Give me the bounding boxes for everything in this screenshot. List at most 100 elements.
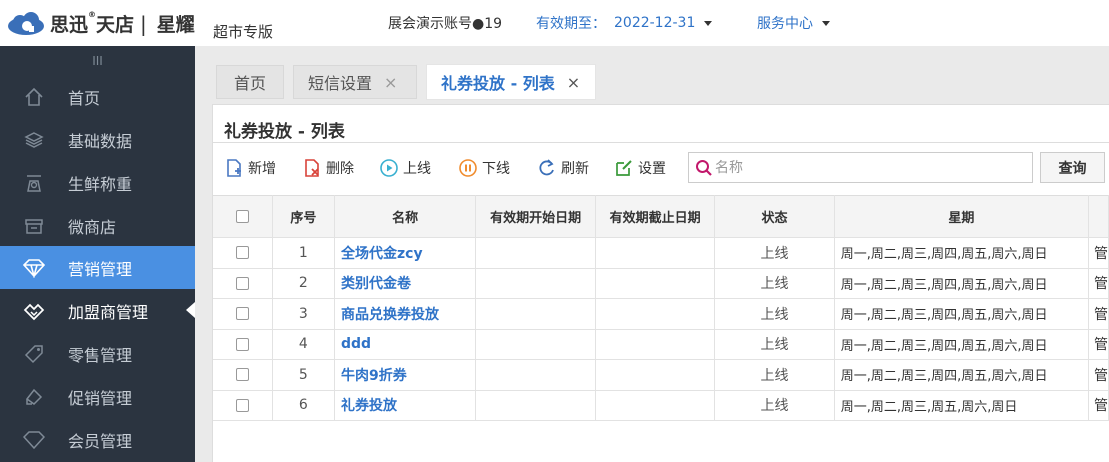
tab-home[interactable]: 首页	[216, 65, 284, 99]
query-button[interactable]: 查询	[1040, 152, 1105, 183]
close-icon[interactable]: ×	[567, 73, 580, 92]
sidebar-item-member[interactable]: 会员管理	[0, 418, 195, 461]
add-button[interactable]: 新增	[225, 158, 276, 178]
offline-label: 下线	[482, 161, 510, 177]
promo-icon	[23, 386, 45, 408]
table-header-row: 序号 名称 有效期开始日期 有效期截止日期 状态 星期	[213, 195, 1109, 238]
tab-sms-settings[interactable]: 短信设置 ×	[293, 65, 417, 99]
select-all-cell[interactable]	[213, 195, 273, 238]
online-button[interactable]: 上线	[380, 158, 431, 178]
cell-end-date	[595, 329, 716, 360]
validity-label: 有效期至：	[536, 16, 606, 32]
row-checkbox-cell[interactable]	[213, 237, 273, 269]
row-checkbox-cell[interactable]	[213, 359, 273, 391]
offline-button[interactable]: 下线	[459, 158, 510, 178]
sidebar-item-promotion[interactable]: 促销管理	[0, 375, 195, 418]
column-header-name[interactable]: 名称	[334, 195, 477, 238]
add-label: 新增	[248, 161, 276, 177]
cell-name-link[interactable]: ddd	[334, 329, 477, 360]
sidebar-item-retail[interactable]: 零售管理	[0, 332, 195, 375]
sidebar-item-fresh-weighing[interactable]: 生鲜称重	[0, 161, 195, 204]
row-checkbox[interactable]	[235, 337, 249, 351]
row-checkbox-cell[interactable]	[213, 329, 273, 360]
cell-name-link[interactable]: 类别代金卷	[334, 268, 477, 299]
row-checkbox[interactable]	[235, 276, 249, 290]
tab-coupon-list[interactable]: 礼券投放 - 列表 ×	[426, 64, 596, 100]
row-checkbox[interactable]	[235, 246, 249, 260]
online-label: 上线	[403, 161, 431, 177]
column-header-index[interactable]: 序号	[272, 195, 336, 238]
cell-name-link[interactable]: 全场代金zcy	[334, 237, 477, 269]
tag-icon	[23, 343, 45, 365]
cell-end-date	[595, 237, 716, 269]
sidebar-item-micro-store[interactable]: 微商店	[0, 204, 195, 247]
pause-icon	[459, 159, 477, 177]
sidebar-item-home[interactable]: 首页	[0, 75, 195, 118]
add-icon	[225, 159, 243, 177]
cell-end-date	[595, 268, 716, 299]
sidebar-item-label: 零售管理	[68, 345, 133, 365]
cell-index: 4	[272, 329, 336, 360]
cell-week: 周一,周二,周三,周四,周五,周六,周日	[834, 268, 1089, 299]
close-icon[interactable]: ×	[384, 73, 397, 92]
row-checkbox-cell[interactable]	[213, 390, 273, 421]
cell-status: 上线	[714, 359, 835, 391]
cell-name-link[interactable]: 牛肉9折券	[334, 359, 477, 391]
sidebar-item-base-data[interactable]: 基础数据	[0, 118, 195, 161]
table-row[interactable]: 4 ddd 上线 周一,周二,周三,周四,周五,周六,周日管	[213, 329, 1109, 360]
sidebar: III 首页 基础数据 生鲜称重 微商店 营销管理 加盟商管理 零售管理 促销管…	[0, 46, 195, 462]
table-row[interactable]: 1 全场代金zcy 上线 周一,周二,周三,周四,周五,周六,周日管	[213, 237, 1109, 269]
service-center-label: 服务中心	[757, 16, 813, 32]
table-row[interactable]: 6 礼券投放 上线 周一,周二,周三,周五,周六,周日管	[213, 390, 1109, 421]
row-checkbox-cell[interactable]	[213, 298, 273, 330]
cell-name-link[interactable]: 礼券投放	[334, 390, 477, 421]
handshake-icon	[23, 300, 45, 322]
column-header-end-date[interactable]: 有效期截止日期	[595, 195, 716, 238]
content-panel: 礼券投放 - 列表 新增 删除 上线 下线 刷新 设置 名称 查询 序号 名称 …	[212, 104, 1109, 462]
edition-label: 超市专版	[213, 23, 274, 41]
cell-end-date	[595, 390, 716, 421]
cell-more: 管	[1088, 390, 1109, 421]
table-row[interactable]: 3 商品兑换券投放 上线 周一,周二,周三,周四,周五,周六,周日管	[213, 298, 1109, 330]
sidebar-item-marketing[interactable]: 营销管理	[0, 246, 195, 289]
cell-name-link[interactable]: 商品兑换券投放	[334, 298, 477, 330]
cell-start-date	[475, 298, 596, 330]
column-header-start-date[interactable]: 有效期开始日期	[475, 195, 596, 238]
column-header-status[interactable]: 状态	[714, 195, 835, 238]
select-all-checkbox[interactable]	[235, 210, 249, 223]
cell-start-date	[475, 390, 596, 421]
delete-label: 删除	[326, 161, 354, 177]
table-row[interactable]: 2 类别代金卷 上线 周一,周二,周三,周四,周五,周六,周日管	[213, 268, 1109, 299]
toolbar: 新增 删除 上线 下线 刷新 设置 名称 查询	[213, 142, 1109, 195]
sidebar-collapse-toggle[interactable]: III	[0, 46, 195, 76]
sidebar-item-label: 会员管理	[68, 431, 133, 451]
service-center-dropdown[interactable]: 服务中心	[757, 13, 830, 33]
settings-button[interactable]: 设置	[615, 158, 666, 178]
table-row[interactable]: 5 牛肉9折券 上线 周一,周二,周三,周四,周五,周六,周日管	[213, 359, 1109, 391]
play-icon	[380, 159, 398, 177]
brand-name: 思迅	[50, 14, 89, 36]
refresh-button[interactable]: 刷新	[538, 158, 589, 178]
main-area: 首页 短信设置 × 礼券投放 - 列表 × 礼券投放 - 列表 新增 删除 上线…	[195, 46, 1109, 462]
delete-button[interactable]: 删除	[303, 158, 354, 178]
cell-more: 管	[1088, 268, 1109, 299]
cell-status: 上线	[714, 298, 835, 330]
search-input[interactable]	[715, 153, 1025, 182]
row-checkbox[interactable]	[235, 368, 249, 382]
row-checkbox-cell[interactable]	[213, 268, 273, 299]
row-checkbox[interactable]	[235, 307, 249, 321]
search-box[interactable]	[688, 152, 1033, 183]
settings-label: 设置	[638, 161, 666, 177]
cell-week: 周一,周二,周三,周四,周五,周六,周日	[834, 237, 1089, 269]
column-header-week[interactable]: 星期	[834, 195, 1089, 238]
brand-logo[interactable]: 思迅®天店 | 星耀	[6, 10, 195, 37]
cell-index: 6	[272, 390, 336, 421]
sidebar-item-franchise[interactable]: 加盟商管理	[0, 289, 195, 332]
cell-start-date	[475, 237, 596, 269]
validity-dropdown[interactable]: 有效期至： 2022-12-31	[536, 13, 713, 33]
cell-status: 上线	[714, 237, 835, 269]
tab-bar: 首页 短信设置 × 礼券投放 - 列表 ×	[195, 46, 1109, 104]
row-checkbox[interactable]	[235, 398, 249, 412]
column-header-more	[1088, 195, 1109, 238]
coupon-table: 序号 名称 有效期开始日期 有效期截止日期 状态 星期 1 全场代金zcy 上线 周一…	[213, 195, 1109, 421]
